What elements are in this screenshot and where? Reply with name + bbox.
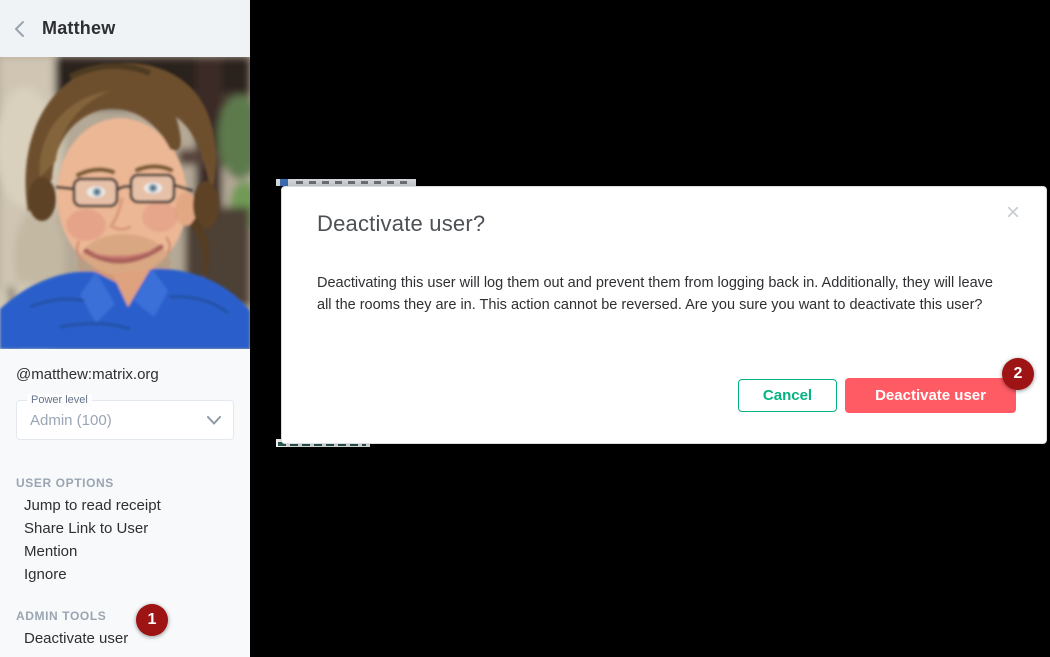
dialog-body-text: Deactivating this user will log them out… [317, 272, 1009, 316]
power-level-value: Admin (100) [17, 412, 207, 429]
admin-tools-list: Deactivate user [24, 627, 250, 650]
tiny-avatar-fragment [280, 179, 288, 186]
clipped-text-fragment [296, 181, 408, 184]
menu-item-ignore[interactable]: Ignore [24, 563, 250, 586]
step-badge-1: 1 [136, 604, 168, 636]
step-badge-2: 2 [1002, 358, 1034, 390]
cancel-button[interactable]: Cancel [738, 379, 837, 412]
dialog-title: Deactivate user? [317, 211, 485, 237]
dialog-button-row: Cancel Deactivate user [738, 378, 1016, 413]
user-options-heading: USER OPTIONS [16, 476, 250, 490]
member-info-panel: Matthew [0, 0, 250, 657]
deactivate-user-button[interactable]: Deactivate user [845, 378, 1016, 413]
profile-photo[interactable] [0, 57, 250, 349]
admin-tools-heading: ADMIN TOOLS [16, 609, 250, 623]
underlying-ui-sliver-top [276, 179, 416, 186]
menu-item-deactivate-user[interactable]: Deactivate user [24, 627, 250, 650]
back-chevron-icon[interactable] [14, 17, 36, 41]
menu-item-jump-to-read-receipt[interactable]: Jump to read receipt [24, 494, 250, 517]
member-panel-header: Matthew [0, 0, 250, 57]
menu-item-mention[interactable]: Mention [24, 540, 250, 563]
app-window: Matthew [0, 0, 1050, 657]
power-level-select[interactable]: Power level Admin (100) [16, 400, 234, 440]
user-options-list: Jump to read receipt Share Link to User … [24, 494, 250, 586]
user-id: @matthew:matrix.org [16, 366, 234, 383]
deactivate-user-dialog: Deactivate user? × Deactivating this use… [281, 186, 1047, 444]
power-level-label: Power level [27, 394, 92, 407]
chevron-down-icon [207, 416, 221, 425]
close-icon[interactable]: × [1006, 201, 1020, 225]
member-name: Matthew [42, 18, 115, 39]
menu-item-share-link-to-user[interactable]: Share Link to User [24, 517, 250, 540]
